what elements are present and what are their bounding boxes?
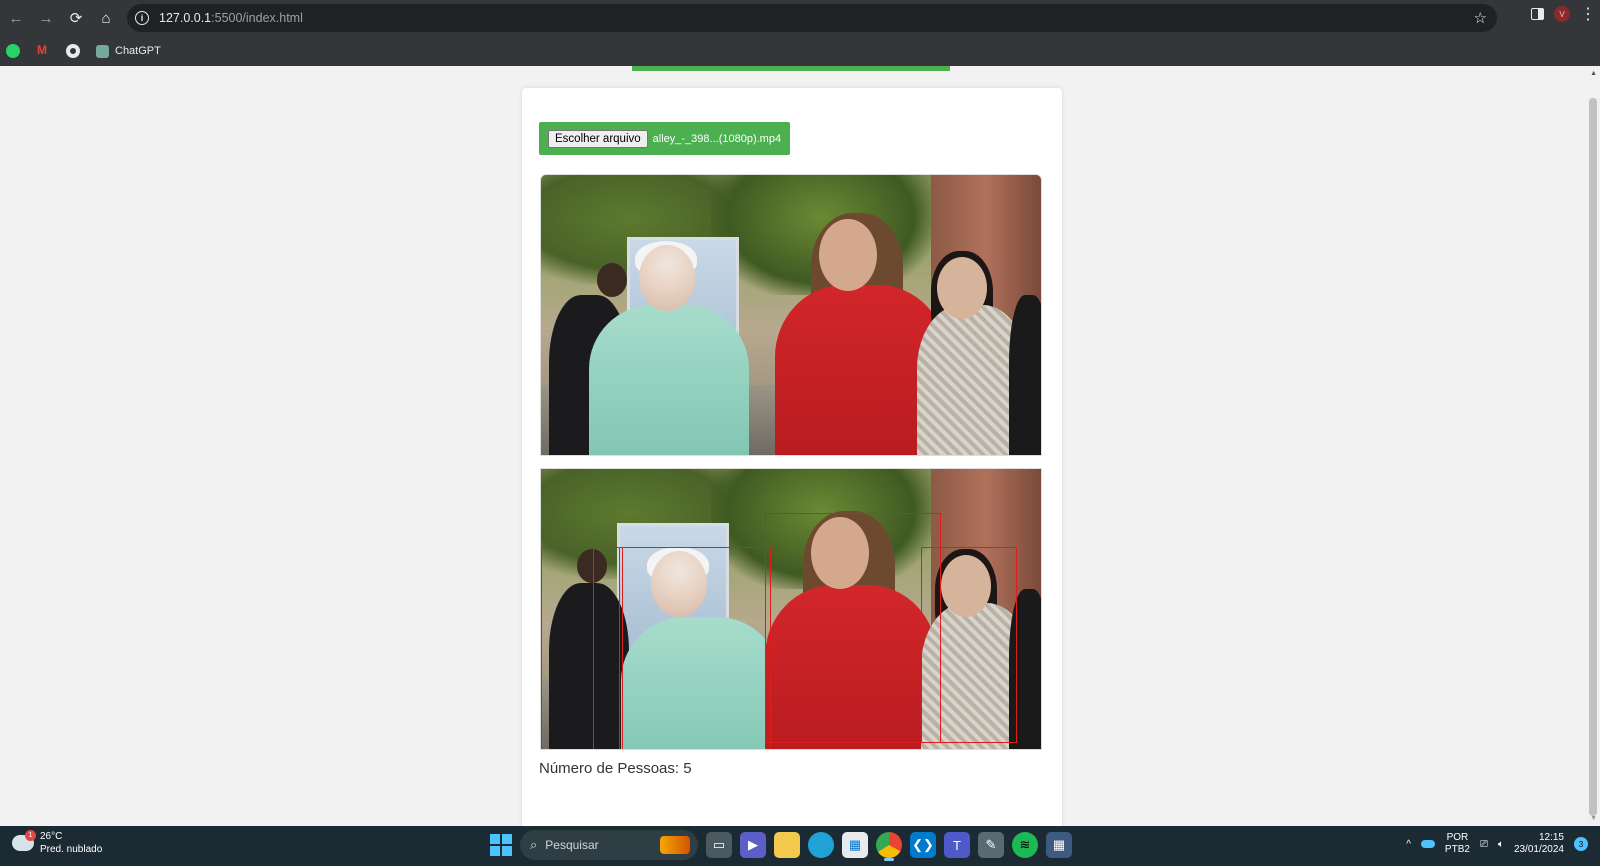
spotify-icon[interactable]: ≋	[1012, 832, 1038, 858]
clock[interactable]: 12:15 23/01/2024	[1514, 832, 1564, 856]
network-icon[interactable]: ⎚	[1480, 839, 1488, 850]
bookmark-gmail[interactable]: M	[36, 43, 50, 57]
volume-icon[interactable]: 🔈︎	[1498, 839, 1504, 850]
reload-button[interactable]: ⟳	[62, 4, 90, 32]
meet-icon[interactable]: ▶	[740, 832, 766, 858]
page-viewport: Escolher arquivo alley_-_398...(1080p).m…	[0, 66, 1600, 826]
people-count: Número de Pessoas: 5	[539, 760, 692, 777]
profile-avatar[interactable]: V	[1554, 6, 1570, 22]
detection-canvas	[540, 468, 1042, 750]
notification-badge[interactable]: 3	[1574, 837, 1588, 851]
whatsapp-icon	[6, 44, 20, 58]
photo-editor-icon[interactable]: ✎	[978, 832, 1004, 858]
start-button[interactable]	[490, 834, 512, 856]
bookmark-star-icon[interactable]: ☆	[1474, 9, 1487, 27]
search-highlight-icon	[660, 836, 690, 854]
file-input[interactable]: Escolher arquivo alley_-_398...(1080p).m…	[539, 122, 791, 155]
upload-card: Escolher arquivo alley_-_398...(1080p).m…	[522, 88, 1062, 826]
onedrive-icon[interactable]	[1420, 840, 1435, 848]
bookmark-label: ChatGPT	[115, 45, 161, 57]
back-button[interactable]: ←	[2, 4, 30, 32]
detection-box	[921, 547, 1017, 743]
bookmark-whatsapp[interactable]	[6, 44, 20, 58]
chatgpt-icon	[96, 44, 109, 58]
chrome-icon[interactable]	[876, 832, 902, 861]
language-code: POR	[1446, 832, 1469, 843]
url-text: 127.0.0.1:5500/index.html	[159, 11, 303, 25]
search-placeholder: Pesquisar	[545, 838, 599, 852]
weather-alert-badge: 1	[25, 830, 36, 841]
edge-icon[interactable]	[808, 832, 834, 858]
header-accent-bar	[632, 66, 950, 71]
choose-file-button[interactable]: Escolher arquivo	[548, 129, 648, 148]
selected-file-name: alley_-_398...(1080p).mp4	[652, 132, 782, 145]
scroll-up-icon[interactable]: ▲	[1590, 70, 1597, 77]
github-icon	[66, 44, 80, 58]
weather-temp: 26°C	[40, 831, 63, 842]
forward-button[interactable]: →	[32, 4, 60, 32]
address-bar[interactable]: i 127.0.0.1:5500/index.html ☆	[127, 4, 1497, 32]
clock-time: 12:15	[1538, 832, 1564, 843]
weather-widget[interactable]: 1 26°C Pred. nublado	[12, 830, 102, 856]
side-panel-icon[interactable]	[1531, 8, 1544, 20]
gmail-icon: M	[37, 43, 47, 57]
file-explorer-icon[interactable]	[774, 832, 800, 858]
bookmark-github[interactable]	[66, 44, 80, 58]
calculator-icon[interactable]: ▦	[1046, 832, 1072, 858]
store-icon[interactable]: ▦	[842, 832, 868, 858]
street-scene-image	[541, 175, 1041, 455]
bookmark-chatgpt[interactable]: ChatGPT	[96, 44, 161, 58]
detection-box	[765, 513, 941, 743]
keyboard-layout: PTB2	[1444, 844, 1470, 855]
detection-box	[619, 547, 771, 749]
chevron-up-icon[interactable]: ^	[1406, 839, 1411, 850]
search-icon: ⌕	[530, 837, 538, 852]
cloud-icon: 1	[12, 830, 36, 851]
vscode-icon[interactable]: ❮❯	[910, 832, 936, 858]
clock-date: 23/01/2024	[1513, 844, 1564, 855]
scrollbar-thumb[interactable]	[1589, 98, 1597, 816]
site-info-icon[interactable]: i	[135, 11, 149, 25]
menu-icon[interactable]: ⋮	[1580, 4, 1596, 24]
taskbar-search[interactable]: ⌕ Pesquisar	[520, 830, 698, 860]
teams-icon[interactable]: T	[944, 832, 970, 858]
bookmarks-bar: M ChatGPT	[0, 36, 1600, 66]
home-button[interactable]: ⌂	[92, 4, 120, 32]
language-indicator[interactable]: POR PTB2	[1445, 832, 1470, 856]
task-view-icon[interactable]: ▭	[706, 832, 732, 858]
browser-toolbar: ← → ⟳ ⌂ i 127.0.0.1:5500/index.html ☆ V …	[0, 0, 1600, 36]
video-frame	[540, 174, 1042, 456]
weather-desc: Pred. nublado	[40, 844, 103, 855]
scroll-down-icon[interactable]: ▼	[1590, 815, 1597, 822]
windows-taskbar: 1 26°C Pred. nublado ⌕ Pesquisar ▭ ▶ ▦ ❮…	[0, 826, 1600, 866]
